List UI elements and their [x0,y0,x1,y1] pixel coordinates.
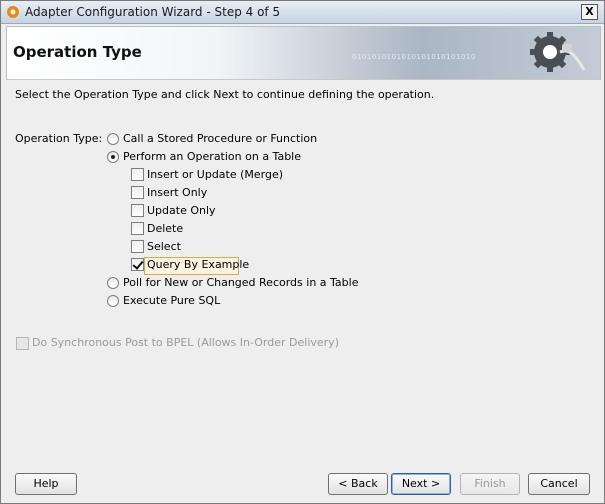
checkbox-insert-only-label[interactable]: Insert Only [147,186,207,199]
finish-button[interactable]: Finish [460,473,520,495]
wizard-window: Adapter Configuration Wizard - Step 4 of… [0,0,605,504]
instructions-text: Select the Operation Type and click Next… [15,88,435,101]
divider [6,79,599,80]
checkbox-select[interactable] [131,240,144,253]
checkbox-query-by-example-label[interactable]: Query By Example [147,258,249,271]
help-button[interactable]: Help [15,473,77,495]
checkbox-select-label[interactable]: Select [147,240,181,253]
operation-type-label: Operation Type: [15,132,103,145]
checkbox-query-by-example[interactable] [131,258,144,271]
radio-poll-records-label[interactable]: Poll for New or Changed Records in a Tab… [123,276,358,289]
radio-pure-sql[interactable] [107,295,119,307]
page-title: Operation Type [13,43,142,61]
checkbox-update-only[interactable] [131,204,144,217]
gear-plug-icon [530,32,586,72]
binary-decoration: 0101010101010101010101010 [352,53,476,61]
cancel-button[interactable]: Cancel [528,473,590,495]
checkbox-insert-only[interactable] [131,186,144,199]
radio-stored-procedure-label[interactable]: Call a Stored Procedure or Function [123,132,317,145]
checkbox-delete[interactable] [131,222,144,235]
checkbox-sync-post-label[interactable]: Do Synchronous Post to BPEL (Allows In-O… [32,336,339,349]
radio-table-operation[interactable] [107,151,119,163]
window-title: Adapter Configuration Wizard - Step 4 of… [25,5,281,19]
app-icon [7,6,19,18]
checkbox-sync-post[interactable] [16,337,29,350]
radio-table-operation-label[interactable]: Perform an Operation on a Table [123,150,301,163]
radio-poll-records[interactable] [107,277,119,289]
close-button[interactable]: X [581,4,598,20]
back-button[interactable]: < Back [328,473,388,495]
radio-stored-procedure[interactable] [107,133,119,145]
checkbox-delete-label[interactable]: Delete [147,222,183,235]
header-banner: Operation Type 0101010101010101010101010 [6,26,601,80]
checkbox-update-only-label[interactable]: Update Only [147,204,216,217]
title-bar[interactable]: Adapter Configuration Wizard - Step 4 of… [1,1,604,24]
next-button[interactable]: Next > [391,473,451,495]
radio-pure-sql-label[interactable]: Execute Pure SQL [123,294,220,307]
checkbox-insert-or-update[interactable] [131,168,144,181]
checkbox-insert-or-update-label[interactable]: Insert or Update (Merge) [147,168,283,181]
